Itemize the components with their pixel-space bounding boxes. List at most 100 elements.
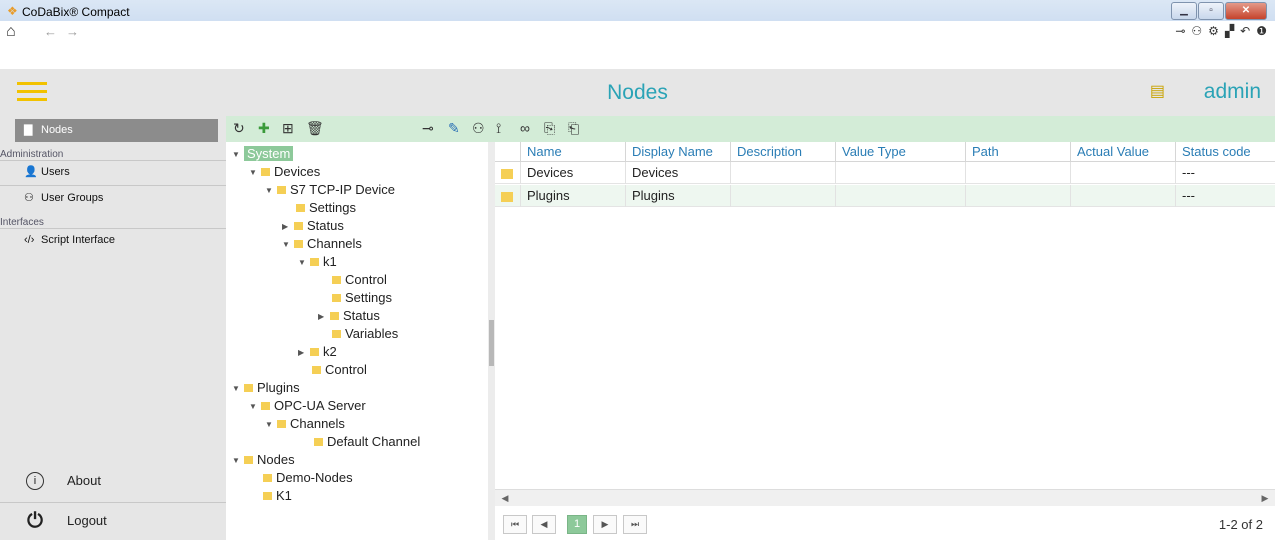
expand-arrow-icon[interactable]: ▼: [232, 380, 244, 398]
link-icon[interactable]: ∞: [520, 120, 530, 136]
refresh-icon[interactable]: ↻: [233, 120, 245, 137]
folder-icon: [263, 473, 272, 482]
tree-node-k2[interactable]: ▶ k2: [298, 343, 337, 361]
first-page-button[interactable]: ⏮: [503, 515, 527, 534]
info-icon: i: [26, 472, 44, 490]
column-header-value-type[interactable]: Value Type: [835, 142, 965, 162]
tree-node-opcua-channels[interactable]: ▼ Channels: [265, 415, 345, 433]
tree-node-status[interactable]: ▶ Status: [282, 217, 344, 235]
tree-node-k1[interactable]: ▼ k1: [298, 253, 337, 271]
gear-icon[interactable]: ⚙: [1208, 24, 1219, 38]
expand-arrow-icon[interactable]: ▼: [249, 164, 261, 182]
section-administration: Administration: [0, 149, 64, 160]
last-page-button[interactable]: ⏭: [623, 515, 647, 534]
cell-path: [965, 162, 1070, 184]
window-title: CoDaBix® Compact: [22, 5, 130, 19]
import-icon[interactable]: ⎘: [544, 120, 555, 137]
splitter-handle[interactable]: [489, 320, 494, 366]
maximize-button[interactable]: ▫: [1198, 2, 1224, 20]
cell-display-name: Plugins: [625, 185, 730, 207]
column-header-name[interactable]: Name: [520, 142, 625, 162]
expand-arrow-icon[interactable]: ▼: [249, 398, 261, 416]
tree-node-k1-root[interactable]: K1: [263, 487, 292, 505]
add-node-icon[interactable]: ⊞: [282, 120, 294, 137]
collapse-arrow-icon[interactable]: ▶: [298, 344, 310, 362]
history-icon[interactable]: ⟟: [496, 120, 501, 137]
cell-actual-value: [1070, 185, 1175, 207]
tree-node-devices[interactable]: ▼ Devices: [249, 163, 320, 181]
tree-node-default-channel[interactable]: Default Channel: [314, 433, 420, 451]
close-window-button[interactable]: ✕: [1225, 2, 1267, 20]
column-header-path[interactable]: Path: [965, 142, 1070, 162]
expand-arrow-icon[interactable]: ▼: [232, 452, 244, 470]
tree-node-k1-control[interactable]: Control: [332, 271, 387, 289]
tree-node-nodes[interactable]: ▼ Nodes: [232, 451, 295, 469]
info-icon[interactable]: ❶: [1256, 24, 1267, 38]
sidebar-item-user-groups[interactable]: ⚇ User Groups: [15, 186, 218, 210]
minimize-button[interactable]: ▁: [1171, 2, 1197, 20]
expand-arrow-icon[interactable]: ▼: [265, 416, 277, 434]
forward-arrow-icon[interactable]: →: [66, 24, 79, 39]
logout-label: Logout: [67, 513, 107, 528]
folder-icon: [314, 437, 323, 446]
user-groups-icon[interactable]: ⚇: [472, 120, 485, 137]
column-header-description[interactable]: Description: [730, 142, 835, 162]
about-button[interactable]: i About: [0, 462, 226, 500]
current-page-button[interactable]: 1: [567, 515, 587, 534]
back-arrow-icon[interactable]: ←: [44, 24, 57, 39]
expand-arrow-icon[interactable]: ▼: [232, 146, 244, 164]
users-settings-icon[interactable]: ⚇: [1191, 24, 1202, 38]
tree-node-settings[interactable]: Settings: [296, 199, 356, 217]
folder-icon: ▇: [24, 124, 33, 136]
tree-node-s7-device[interactable]: ▼ S7 TCP-IP Device: [265, 181, 395, 199]
home-icon[interactable]: ⌂: [6, 23, 16, 41]
tree-node-plugins[interactable]: ▼ Plugins: [232, 379, 300, 397]
expand-arrow-icon[interactable]: ▼: [282, 236, 294, 254]
previous-page-button[interactable]: ◀: [532, 515, 556, 534]
tree-node-opcua-server[interactable]: ▼ OPC-UA Server: [249, 397, 366, 415]
window-controls: ▁ ▫ ✕: [1171, 2, 1267, 20]
tree-node-demo-nodes[interactable]: Demo-Nodes: [263, 469, 353, 487]
expand-arrow-icon[interactable]: ▼: [265, 182, 277, 200]
horizontal-scrollbar[interactable]: ◀ ▶: [495, 489, 1275, 506]
cell-name: Devices: [520, 162, 625, 184]
table-row[interactable]: Devices Devices ---: [495, 162, 1275, 184]
tree-node-k1-settings[interactable]: Settings: [332, 289, 392, 307]
tree-node-k1-status[interactable]: ▶ Status: [318, 307, 380, 325]
collapse-arrow-icon[interactable]: ▶: [318, 308, 330, 326]
sidebar-item-label: Users: [41, 166, 70, 178]
expand-arrow-icon[interactable]: ▼: [298, 254, 310, 272]
user-groups-icon: ⚇: [24, 192, 34, 204]
sidebar-item-nodes[interactable]: ▇ Nodes: [15, 119, 218, 142]
table-row[interactable]: Plugins Plugins ---: [495, 185, 1275, 207]
undo-icon[interactable]: ↶: [1240, 24, 1250, 38]
next-page-button[interactable]: ▶: [593, 515, 617, 534]
scroll-left-icon[interactable]: ◀: [497, 491, 513, 505]
scroll-right-icon[interactable]: ▶: [1257, 491, 1273, 505]
tree-node-control[interactable]: Control: [312, 361, 367, 379]
collapse-arrow-icon[interactable]: ▶: [282, 218, 294, 236]
logout-button[interactable]: ⏻ Logout: [0, 502, 226, 540]
cell-path: [965, 185, 1070, 207]
navigation-bar: ⌂ ← → ⊸ ⚇ ⚙ ▞ ↶ ❶: [0, 21, 1275, 44]
trash-icon[interactable]: 🗑: [306, 120, 324, 137]
user-icon[interactable]: ▤: [1150, 81, 1165, 101]
key-icon[interactable]: ⊸: [422, 120, 434, 137]
sidebar-item-users[interactable]: 👤 Users: [15, 160, 218, 184]
username[interactable]: admin: [1204, 80, 1261, 104]
pencil-icon[interactable]: ✎: [448, 120, 460, 137]
export-icon[interactable]: ⎗: [568, 120, 579, 137]
pager-info: 1-2 of 2: [1218, 517, 1263, 532]
key-icon[interactable]: ⊸: [1175, 24, 1185, 38]
column-header-actual-value[interactable]: Actual Value: [1070, 142, 1175, 162]
tree-node-system[interactable]: ▼ System: [232, 145, 294, 164]
about-label: About: [67, 473, 101, 488]
column-header-display-name[interactable]: Display Name: [625, 142, 730, 162]
panel-splitter[interactable]: [488, 142, 495, 540]
column-header-status-code[interactable]: Status code: [1175, 142, 1275, 162]
sidebar-item-script-interface[interactable]: ‹/› Script Interface: [15, 228, 218, 252]
add-folder-icon[interactable]: ✚: [258, 120, 270, 137]
tree-node-k1-variables[interactable]: Variables: [332, 325, 398, 343]
plugin-icon[interactable]: ▞: [1225, 24, 1234, 38]
tree-node-channels[interactable]: ▼ Channels: [282, 235, 362, 253]
